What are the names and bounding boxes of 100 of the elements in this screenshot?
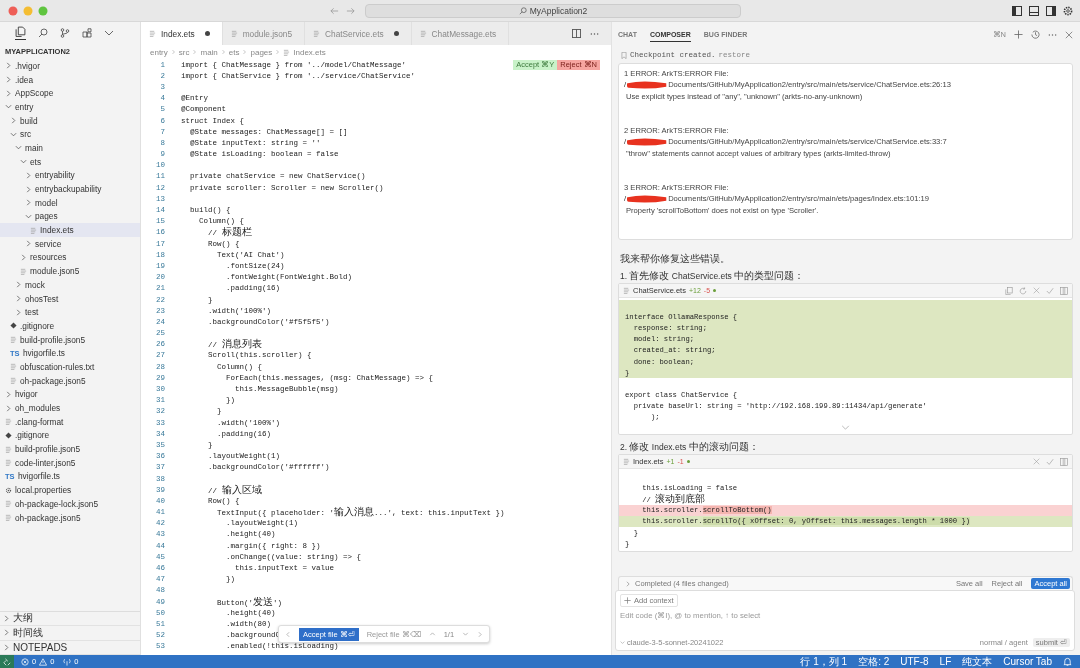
chevron-right-icon[interactable]	[5, 76, 12, 84]
tree-item[interactable]: build	[0, 113, 140, 128]
settings-icon[interactable]	[1063, 5, 1073, 16]
chevron-down-icon[interactable]	[20, 158, 27, 166]
tree-item[interactable]: build-profile.json5	[0, 442, 140, 456]
split-editor-icon[interactable]	[572, 29, 581, 38]
tree-item[interactable]: .idea	[0, 72, 140, 87]
tree-item[interactable]: oh_modules	[0, 401, 140, 415]
tree-item[interactable]: entryability	[0, 168, 140, 183]
window-controls-drawing[interactable]	[8, 5, 50, 16]
panel-header[interactable]: 大纲	[0, 611, 140, 626]
panel-bottom-icon[interactable]	[1029, 5, 1039, 16]
tree-item[interactable]: test	[0, 305, 140, 320]
tree-item[interactable]: local.properties	[0, 483, 140, 497]
expand-chevron-icon[interactable]	[841, 425, 850, 431]
close-icon[interactable]	[1033, 287, 1040, 294]
chevron-down-icon[interactable]	[104, 28, 114, 38]
chevron-right-icon[interactable]	[25, 171, 32, 179]
tree-item[interactable]: pages	[0, 209, 140, 224]
chevron-right-icon[interactable]	[5, 390, 12, 398]
tree-item[interactable]: .gitignore	[0, 428, 140, 443]
remote-indicator[interactable]	[0, 655, 14, 668]
chevron-right-icon[interactable]	[15, 308, 22, 316]
extensions-icon[interactable]	[82, 28, 92, 38]
status-item[interactable]: 行 1，列 1	[800, 655, 848, 668]
panel-header[interactable]: 时间线	[0, 626, 140, 641]
tree-item[interactable]: .gitignore	[0, 319, 140, 333]
status-item[interactable]: Cursor Tab	[1003, 655, 1052, 668]
refresh-icon[interactable]	[1019, 286, 1027, 295]
source-control-icon[interactable]	[60, 28, 70, 38]
tree-item[interactable]: obfuscation-rules.txt	[0, 360, 140, 374]
copy-icon[interactable]	[1005, 286, 1013, 295]
check-icon[interactable]	[1046, 286, 1054, 295]
chevron-right-icon[interactable]	[625, 580, 631, 587]
back-arrow-icon[interactable]	[330, 6, 339, 15]
tree-item[interactable]: oh-package.json5	[0, 510, 140, 525]
breadcrumb-item[interactable]: Index.ets	[293, 47, 326, 57]
tree-item[interactable]: model	[0, 195, 140, 210]
editor-tab[interactable]: Index.ets	[141, 22, 223, 45]
forward-arrow-icon[interactable]	[346, 6, 355, 15]
tree-item[interactable]: AppScope	[0, 86, 140, 101]
tree-item[interactable]: resources	[0, 250, 140, 265]
chevron-right-icon[interactable]	[477, 630, 484, 638]
error-icon[interactable]	[21, 657, 29, 666]
breadcrumb-item[interactable]: pages	[250, 47, 273, 57]
close-icon[interactable]	[1065, 30, 1073, 39]
tree-item[interactable]: mock	[0, 278, 140, 292]
tree-item[interactable]: main	[0, 141, 140, 155]
tree-item[interactable]: code-linter.json5	[0, 455, 140, 470]
chevron-right-icon[interactable]	[15, 281, 22, 289]
search-icon[interactable]	[38, 28, 48, 38]
chevron-right-icon[interactable]	[5, 89, 12, 97]
tree-item[interactable]: src	[0, 127, 140, 142]
tree-item[interactable]: entrybackupability	[0, 182, 140, 196]
chevron-down-icon[interactable]	[5, 103, 12, 111]
tree-item[interactable]: module.json5	[0, 264, 140, 278]
more-icon[interactable]	[590, 31, 599, 36]
close-icon[interactable]	[1033, 458, 1040, 466]
tree-item[interactable]: .hvigor	[0, 59, 140, 73]
tree-item[interactable]: oh-package.json5	[0, 373, 140, 388]
tree-item[interactable]: .clang-format	[0, 414, 140, 429]
status-item[interactable]: UTF-8	[900, 655, 929, 668]
breadcrumb-item[interactable]: src	[178, 47, 190, 57]
warning-icon[interactable]	[39, 657, 48, 666]
chevron-right-icon[interactable]	[5, 62, 12, 70]
bell-icon[interactable]	[1063, 657, 1072, 666]
antenna-icon[interactable]	[63, 657, 72, 666]
tree-item[interactable]: Index.ets	[0, 223, 140, 237]
chevron-right-icon[interactable]	[20, 253, 27, 261]
chevron-right-icon[interactable]	[25, 199, 32, 207]
sidebar-left-icon[interactable]	[1012, 5, 1022, 16]
chevron-up-icon[interactable]	[428, 631, 436, 637]
chevron-down-icon[interactable]	[15, 144, 22, 152]
chevron-right-icon[interactable]	[15, 295, 22, 303]
search-field[interactable]: MyApplication2	[365, 3, 741, 18]
tree-item[interactable]: service	[0, 236, 140, 251]
tree-item[interactable]: entry	[0, 100, 140, 114]
history-icon[interactable]	[1031, 30, 1040, 39]
breadcrumb-item[interactable]: ets	[228, 47, 240, 57]
breadcrumb-item[interactable]: entry	[150, 47, 168, 57]
split-view-icon[interactable]	[1060, 286, 1068, 295]
tree-item[interactable]: ohosTest	[0, 291, 140, 306]
tree-item[interactable]: hvigor	[0, 387, 140, 402]
chevron-down-icon[interactable]	[25, 212, 32, 220]
more-icon[interactable]	[1048, 32, 1057, 37]
tree-item[interactable]: ets	[0, 154, 140, 169]
chevron-left-icon[interactable]	[285, 630, 291, 638]
plus-icon[interactable]	[1014, 30, 1023, 39]
split-view-icon[interactable]	[1060, 457, 1068, 466]
tree-item[interactable]: build-profile.json5	[0, 332, 140, 347]
files-icon[interactable]	[15, 26, 26, 40]
status-item[interactable]: 纯文本	[962, 655, 993, 668]
breadcrumb-item[interactable]: main	[200, 47, 218, 57]
tree-item[interactable]: oh-package-lock.json5	[0, 497, 140, 511]
chevron-right-icon[interactable]	[5, 404, 12, 412]
status-item[interactable]: LF	[939, 655, 952, 668]
status-item[interactable]: 空格: 2	[858, 655, 890, 668]
chevron-right-icon[interactable]	[25, 185, 32, 193]
chevron-down-icon[interactable]	[10, 130, 17, 138]
chevron-right-icon[interactable]	[10, 117, 17, 125]
